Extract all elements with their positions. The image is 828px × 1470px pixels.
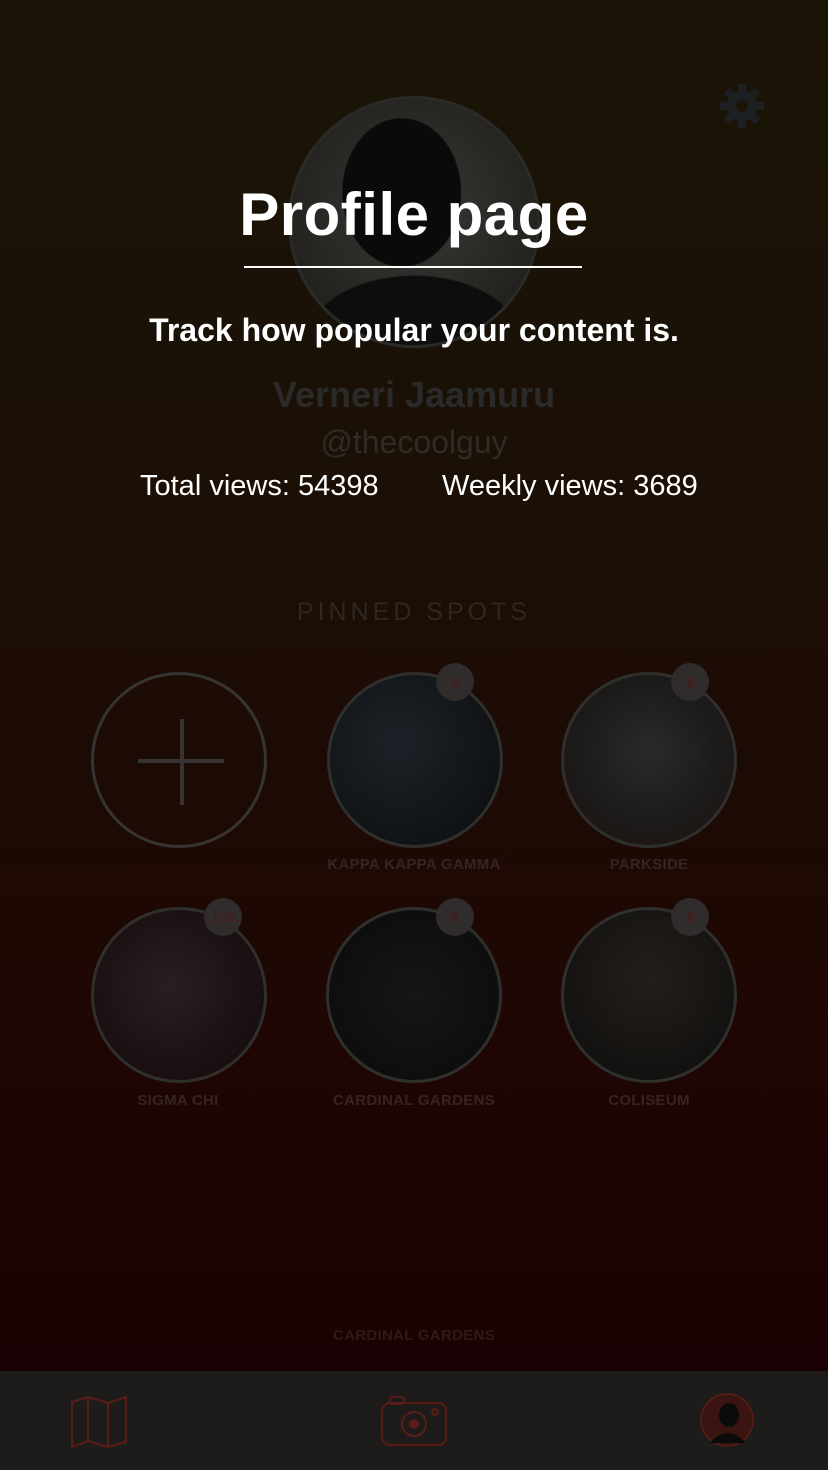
total-views: Total views: 54398 <box>140 470 379 502</box>
map-icon[interactable] <box>70 1395 128 1453</box>
spot-label: PARKSIDE <box>609 856 689 873</box>
profile-name: Verneri Jaamuru <box>272 374 556 415</box>
pinned-spots-title: PINNED SPOTS <box>296 598 532 626</box>
spot-badge: 100 <box>204 898 242 936</box>
bottom-spot-label: CARDINAL GARDENS <box>332 1327 496 1344</box>
spot-coliseum[interactable] <box>561 907 737 1083</box>
spot-badge: 8 <box>436 898 474 936</box>
title-underline <box>244 266 582 268</box>
spot-kappa-kappa-gamma[interactable] <box>327 672 503 848</box>
spot-cardinal-gardens[interactable] <box>326 907 502 1083</box>
spot-badge: 8 <box>671 898 709 936</box>
overlay-title: Profile page <box>239 181 589 248</box>
profile-handle: @thecoolguy <box>320 424 508 460</box>
spot-parkside[interactable] <box>561 672 737 848</box>
profile-avatar-icon[interactable] <box>700 1393 754 1452</box>
spot-sigma-chi[interactable] <box>91 907 267 1083</box>
overlay-subtitle: Track how popular your content is. <box>149 312 679 348</box>
add-spot-button[interactable] <box>91 672 267 848</box>
spot-badge: 8 <box>436 663 474 701</box>
spot-badge: 8 <box>671 663 709 701</box>
tab-bar <box>0 1371 828 1470</box>
spot-label: COLISEUM <box>608 1092 690 1109</box>
gear-icon[interactable] <box>718 82 766 130</box>
camera-icon[interactable] <box>380 1393 448 1452</box>
weekly-views: Weekly views: 3689 <box>442 470 698 502</box>
